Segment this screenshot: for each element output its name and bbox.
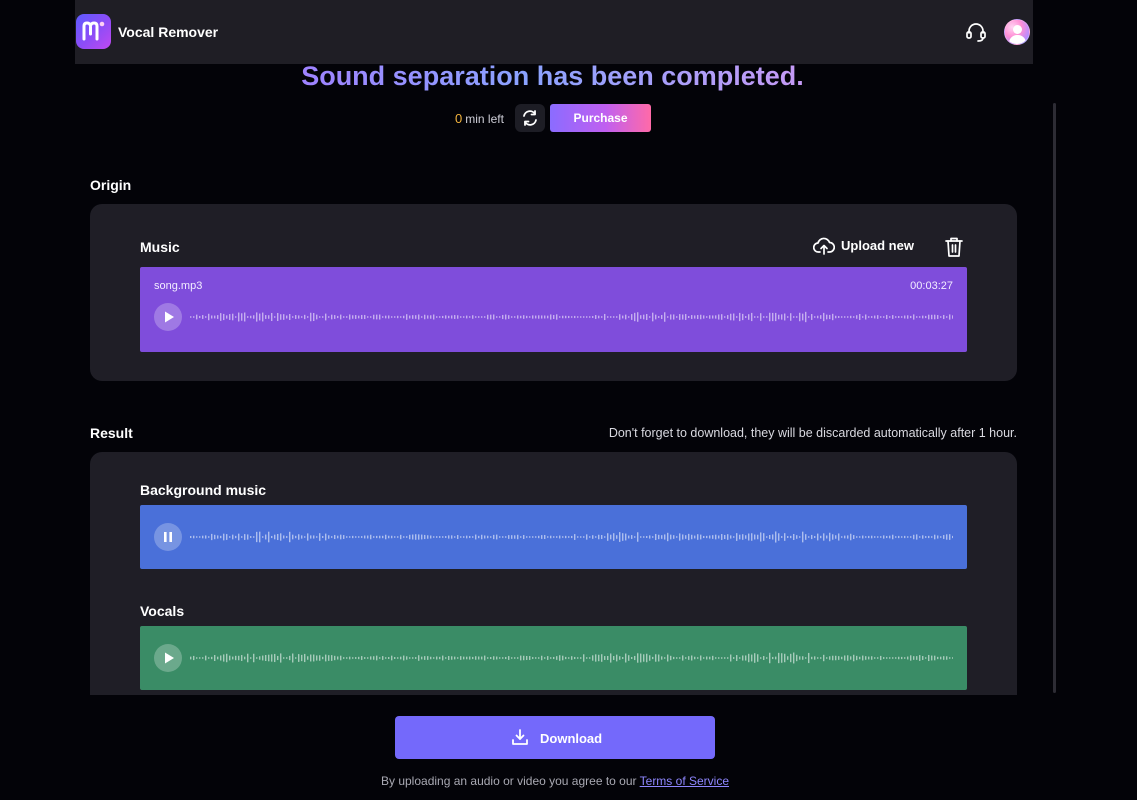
waveform[interactable] bbox=[190, 307, 953, 327]
vocal-remover-page: Vocal Remover Sound separation has been … bbox=[0, 0, 1137, 800]
download-button[interactable]: Download bbox=[395, 716, 715, 759]
discard-note: Don't forget to download, they will be d… bbox=[608, 426, 1017, 440]
play-button[interactable] bbox=[154, 644, 182, 672]
download-label: Download bbox=[540, 731, 603, 746]
vocals-title: Vocals bbox=[140, 603, 185, 619]
track-duration: 00:03:27 bbox=[910, 280, 953, 292]
pause-button[interactable] bbox=[154, 523, 182, 551]
terms-of-service-link[interactable]: Terms of Service bbox=[640, 774, 729, 788]
m-logo-icon[interactable] bbox=[76, 14, 111, 49]
page-title: Sound separation has been completed. bbox=[301, 61, 804, 91]
origin-section-label: Origin bbox=[90, 177, 132, 193]
download-icon bbox=[512, 729, 528, 745]
refresh-icon bbox=[523, 110, 537, 126]
minutes-left-value: 0 bbox=[455, 111, 463, 126]
music-player[interactable]: song.mp3 00:03:27 bbox=[140, 267, 967, 352]
headset-icon[interactable] bbox=[964, 20, 988, 44]
purchase-button[interactable]: Purchase bbox=[550, 104, 651, 132]
minutes-left: 0 min left bbox=[455, 111, 504, 126]
upload-new-button[interactable]: Upload new bbox=[813, 236, 914, 258]
refresh-button[interactable] bbox=[515, 104, 545, 132]
pause-icon bbox=[164, 532, 172, 542]
file-name: song.mp3 bbox=[154, 280, 203, 292]
user-avatar-icon[interactable] bbox=[1004, 19, 1030, 45]
minutes-left-label: min left bbox=[465, 112, 504, 126]
play-icon bbox=[165, 311, 174, 323]
upload-new-label: Upload new bbox=[841, 238, 914, 253]
background-music-title: Background music bbox=[140, 482, 267, 498]
waveform[interactable] bbox=[190, 527, 953, 547]
app-title: Vocal Remover bbox=[118, 24, 219, 40]
scrollbar[interactable] bbox=[1053, 103, 1056, 693]
vocals-player[interactable] bbox=[140, 626, 967, 690]
top-header: Vocal Remover bbox=[75, 0, 1033, 64]
waveform[interactable] bbox=[190, 648, 953, 668]
terms-notice: By uploading an audio or video you agree… bbox=[0, 774, 1110, 788]
play-icon bbox=[165, 652, 174, 664]
result-section-label: Result bbox=[90, 425, 133, 441]
music-track-title: Music bbox=[140, 239, 180, 255]
play-button[interactable] bbox=[154, 303, 182, 331]
cloud-upload-icon bbox=[813, 237, 835, 255]
terms-prefix: By uploading an audio or video you agree… bbox=[381, 774, 637, 788]
trash-icon[interactable] bbox=[944, 236, 964, 258]
background-music-player[interactable] bbox=[140, 505, 967, 569]
